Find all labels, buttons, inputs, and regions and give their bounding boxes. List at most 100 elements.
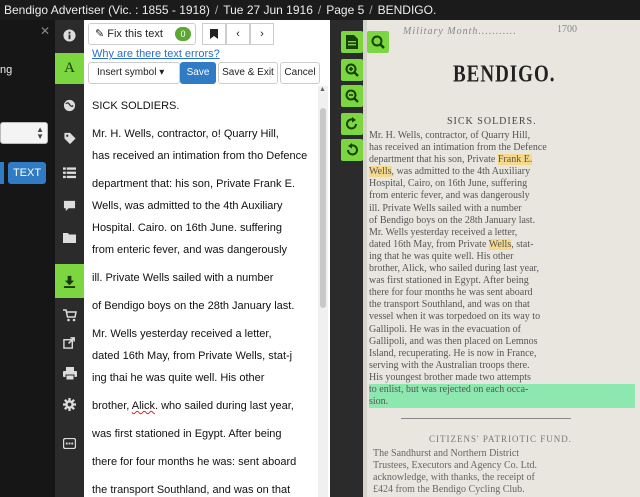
tags-icon[interactable] bbox=[55, 123, 84, 154]
left-panel-button[interactable] bbox=[0, 162, 4, 184]
text-line[interactable]: of Bendigo boys on the 28th January last… bbox=[92, 300, 294, 312]
scan-line-current: sion. bbox=[369, 396, 635, 409]
scan-line: vessel when it was torpedoed on its way … bbox=[369, 311, 541, 323]
search-highlight: Frank E. bbox=[497, 154, 533, 166]
folder-icon[interactable] bbox=[55, 222, 84, 253]
next-article-heading: CITIZENS' PATRIOTIC FUND. bbox=[429, 434, 573, 444]
scan-line: His youngest brother made two attempts bbox=[369, 371, 531, 383]
scan-line: acknowledge, with thanks, the receipt of bbox=[373, 472, 535, 483]
editor-toolbar: ✎ Fix this text 0 ‹ › Why are there text… bbox=[84, 20, 330, 86]
text-line[interactable]: department that: his son, Private Frank … bbox=[92, 178, 295, 190]
column-rule bbox=[401, 418, 571, 419]
cancel-button[interactable]: Cancel bbox=[280, 62, 320, 84]
scan-line: Mr. H. Wells, contractor, of Quarry Hill… bbox=[369, 130, 531, 141]
list-icon[interactable] bbox=[55, 157, 84, 188]
info-icon[interactable] bbox=[55, 20, 84, 51]
scan-line: from enteric fever, and was dangerously bbox=[369, 190, 530, 202]
text-line[interactable]: ill. Private Wells sailed with a number bbox=[92, 272, 273, 284]
scan-line: Gallipoli, and was then placed on Lemnos bbox=[369, 335, 538, 347]
text-line[interactable]: Wells, was admitted to the 4th Auxiliary bbox=[92, 200, 283, 212]
text-line[interactable]: Mr. Wells yesterday received a letter, bbox=[92, 328, 272, 340]
text-line[interactable]: from enteric fever, and was dangerously bbox=[92, 244, 287, 256]
scan-line-current: to enlist, but was rejected on each occa… bbox=[369, 383, 635, 397]
text-button[interactable]: TEXT bbox=[8, 162, 46, 184]
scan-line: Mr. Wells yesterday received a letter, bbox=[369, 226, 518, 238]
image-viewer: Military Month........... 1700 BENDIGO. … bbox=[330, 20, 640, 497]
text-line[interactable]: brother, Alick. who sailed during last y… bbox=[92, 400, 294, 412]
next-article-body: The Sandhurst and Northern District Trus… bbox=[373, 448, 635, 496]
close-icon[interactable]: ✕ bbox=[40, 24, 50, 38]
chevron-left-icon: ‹ bbox=[236, 28, 240, 40]
editor-scroll-thumb[interactable] bbox=[320, 108, 326, 308]
next-button[interactable]: › bbox=[250, 23, 274, 45]
left-panel-select[interactable]: ▲ ▼ bbox=[0, 122, 48, 144]
print-icon[interactable] bbox=[55, 358, 84, 389]
bookmark-button[interactable] bbox=[202, 23, 226, 45]
left-panel: ✕ ng ▲ ▼ TEXT bbox=[0, 20, 55, 497]
share-icon[interactable] bbox=[55, 327, 84, 358]
save-button[interactable]: Save bbox=[180, 62, 216, 84]
gear-icon[interactable] bbox=[55, 389, 84, 420]
breadcrumb: Bendigo Advertiser (Vic. : 1855 - 1918) /… bbox=[0, 0, 640, 20]
breadcrumb-page[interactable]: Page 5 bbox=[326, 3, 364, 17]
scan-line: Island, recuperating. He is now in Franc… bbox=[369, 347, 537, 359]
text-a-icon[interactable]: A bbox=[55, 53, 84, 84]
insert-symbol-dropdown[interactable]: Insert symbol ▾ bbox=[88, 62, 180, 84]
breadcrumb-source[interactable]: Bendigo Advertiser (Vic. : 1855 - 1918) bbox=[4, 3, 210, 17]
select-arrows-icon: ▲ ▼ bbox=[36, 125, 44, 141]
scan-line: Wells, was admitted to the 4th Auxiliary bbox=[369, 166, 531, 178]
page-edge bbox=[363, 20, 367, 497]
zoom-out-icon[interactable] bbox=[341, 85, 363, 107]
page-icon[interactable] bbox=[341, 31, 363, 53]
zoom-in-icon[interactable] bbox=[341, 59, 363, 81]
editor-scrollbar[interactable]: ▲ bbox=[318, 86, 328, 497]
text-line[interactable]: ing thai he was quite well. His other bbox=[92, 372, 264, 384]
correction-count-badge: 0 bbox=[175, 27, 191, 41]
zoom-fit-icon[interactable] bbox=[367, 31, 389, 53]
breadcrumb-article: BENDIGO. bbox=[377, 3, 437, 17]
article-heading: SICK SOLDIERS. bbox=[447, 116, 537, 127]
scan-line: has received an intimation from the Defe… bbox=[369, 142, 547, 154]
text-line[interactable]: was first stationed in Egypt. After bein… bbox=[92, 428, 282, 440]
comment-icon[interactable] bbox=[55, 190, 84, 221]
download-icon[interactable] bbox=[55, 264, 84, 298]
why-text-errors-link[interactable]: Why are there text errors? bbox=[92, 48, 220, 60]
viewer-tools bbox=[335, 25, 389, 165]
save-exit-button[interactable]: Save & Exit bbox=[218, 62, 278, 84]
scan-line: dated 16th May, from Private Wells, stat… bbox=[369, 238, 534, 250]
article-body: Mr. H. Wells, contractor, of Quarry Hill… bbox=[369, 130, 635, 409]
correction-lines: SICK SOLDIERS. Mr. H. Wells, contractor,… bbox=[84, 86, 316, 497]
rotate-cw-icon[interactable] bbox=[341, 113, 363, 135]
text-line[interactable]: dated 16th May, from Private Wells, stat… bbox=[92, 350, 292, 362]
prev-button[interactable]: ‹ bbox=[226, 23, 250, 45]
article-title: BENDIGO. bbox=[453, 60, 556, 88]
scan-line: there for four months he was sent aboard bbox=[369, 287, 533, 299]
scan-line: Hospital, Cairo, on 16th June, suffering bbox=[369, 178, 528, 190]
text-line[interactable]: Mr. H. Wells, contractor, o! Quarry Hill… bbox=[92, 128, 279, 140]
text-line[interactable]: has received an intimation from tho Defe… bbox=[92, 150, 307, 162]
text-line[interactable]: there for four months he was: sent aboar… bbox=[92, 456, 296, 468]
text-line[interactable]: SICK SOLDIERS. bbox=[92, 100, 179, 112]
text-editor-panel: ✎ Fix this text 0 ‹ › Why are there text… bbox=[84, 20, 330, 497]
scan-line: ill. Private Wells sailed with a number bbox=[369, 202, 522, 214]
scan-line: of Bendigo boys on the 28th January last… bbox=[369, 214, 536, 226]
scan-line: The Sandhurst and Northern District bbox=[373, 448, 520, 459]
embed-icon[interactable] bbox=[55, 428, 84, 459]
scan-line: department that his son, Private Frank E… bbox=[369, 154, 533, 166]
scan-line: Gallipoli. He was in the evacuation of bbox=[369, 323, 521, 335]
globe-icon[interactable] bbox=[55, 90, 84, 121]
icon-toolbar: A bbox=[55, 20, 84, 497]
text-line[interactable]: the transport Southland, and was on that bbox=[92, 484, 290, 496]
search-highlight: Wells bbox=[488, 238, 512, 250]
scan-line: the transport Southland, and was on that bbox=[369, 299, 530, 311]
newspaper-image[interactable]: Military Month........... 1700 BENDIGO. … bbox=[363, 20, 640, 497]
page-number: 1700 bbox=[557, 24, 577, 35]
rotate-ccw-icon[interactable] bbox=[341, 139, 363, 161]
fix-text-button[interactable]: ✎ Fix this text 0 bbox=[88, 23, 196, 45]
breadcrumb-date[interactable]: Tue 27 Jun 1916 bbox=[223, 3, 313, 17]
scroll-up-icon[interactable]: ▲ bbox=[319, 86, 326, 93]
misspelled-word[interactable]: Alick bbox=[132, 400, 155, 412]
text-line[interactable]: Hospital. Cairo. on 16th June. suffering bbox=[92, 222, 282, 234]
scan-line: ing that he was quite well. His other bbox=[369, 250, 514, 262]
scan-line: serving with the Australian troops there… bbox=[369, 359, 530, 371]
